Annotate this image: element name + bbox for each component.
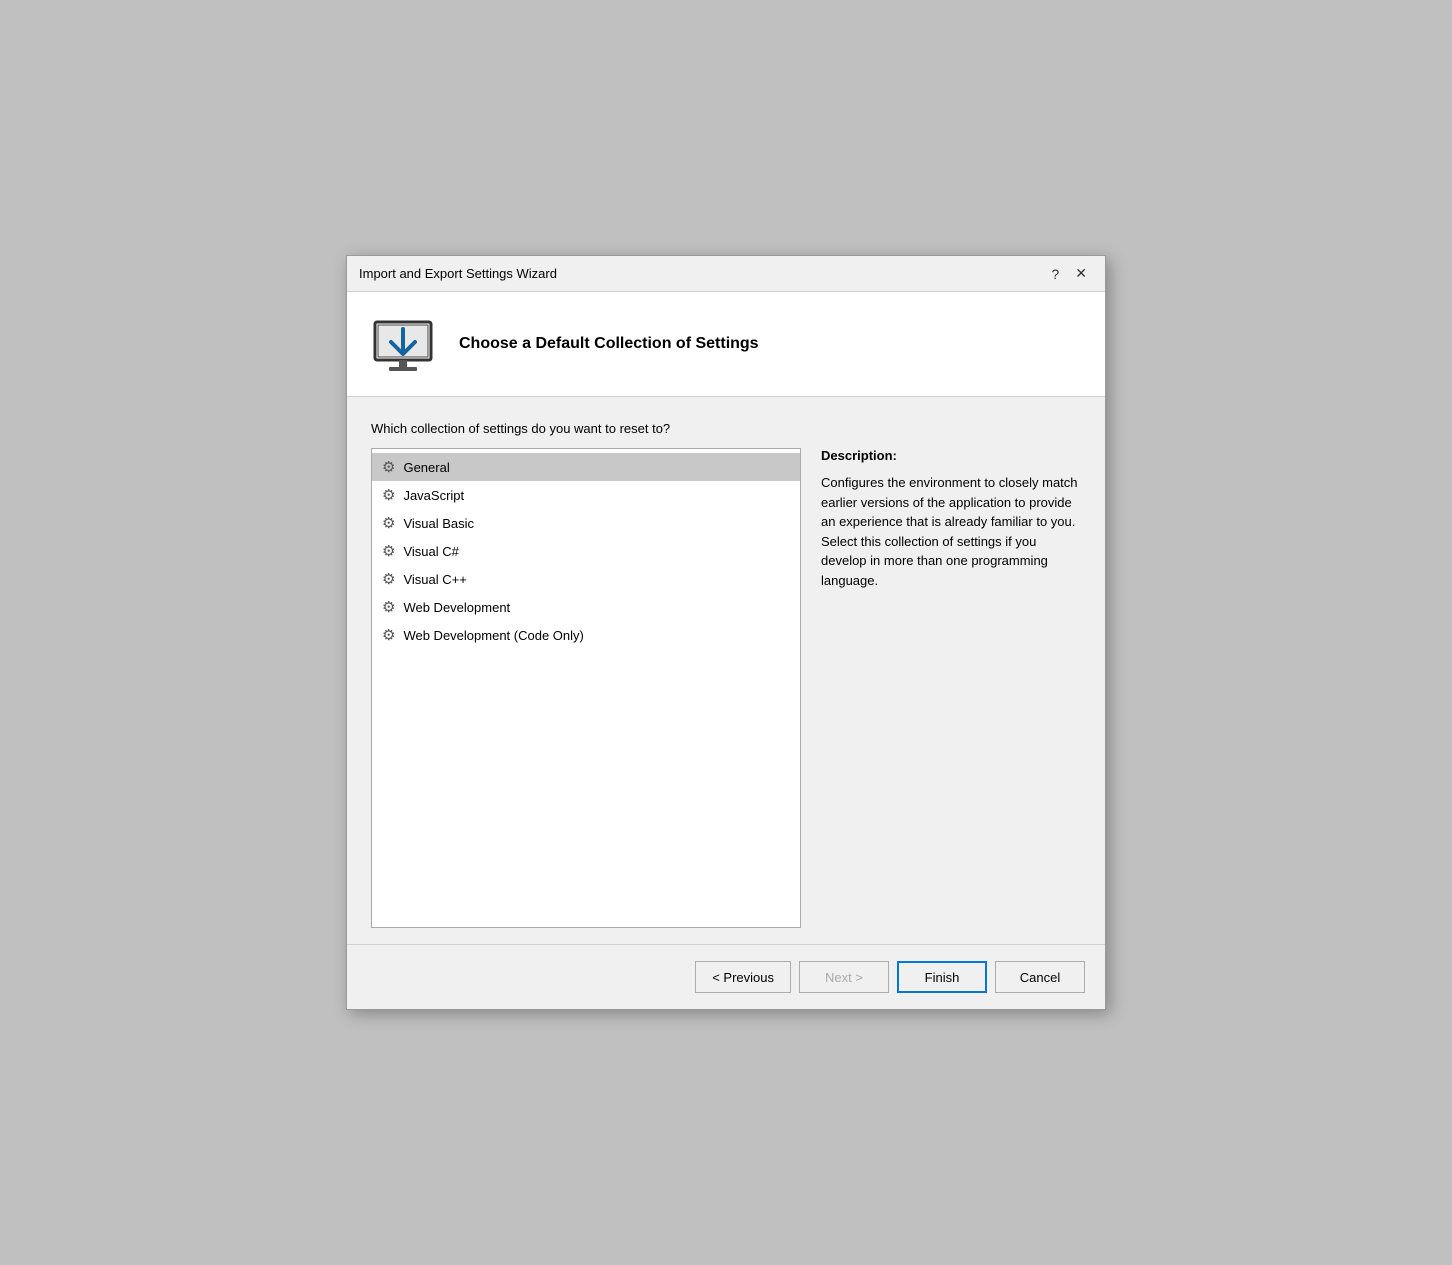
list-item-visual-cpp[interactable]: ⚙ Visual C++: [372, 565, 800, 593]
gear-icon-general: ⚙: [382, 458, 395, 476]
footer-section: < Previous Next > Finish Cancel: [347, 944, 1105, 1009]
help-button[interactable]: ?: [1045, 264, 1065, 284]
wizard-dialog: Import and Export Settings Wizard ? ✕ Ch…: [346, 255, 1106, 1010]
finish-button[interactable]: Finish: [897, 961, 987, 993]
list-item-visual-cpp-label: Visual C++: [403, 572, 466, 587]
gear-icon-web-dev: ⚙: [382, 598, 395, 616]
list-item-general[interactable]: ⚙ General: [372, 453, 800, 481]
question-label: Which collection of settings do you want…: [371, 421, 1081, 436]
title-bar: Import and Export Settings Wizard ? ✕: [347, 256, 1105, 292]
description-panel: Description: Configures the environment …: [821, 448, 1081, 928]
next-button[interactable]: Next >: [799, 961, 889, 993]
wizard-icon: [371, 312, 435, 376]
previous-button[interactable]: < Previous: [695, 961, 791, 993]
content-body: ⚙ General ⚙ JavaScript ⚙ Visual Basic ⚙ …: [371, 448, 1081, 928]
settings-list[interactable]: ⚙ General ⚙ JavaScript ⚙ Visual Basic ⚙ …: [371, 448, 801, 928]
gear-icon-visual-csharp: ⚙: [382, 542, 395, 560]
close-button[interactable]: ✕: [1069, 263, 1093, 284]
list-item-javascript[interactable]: ⚙ JavaScript: [372, 481, 800, 509]
cancel-button[interactable]: Cancel: [995, 961, 1085, 993]
title-bar-controls: ? ✕: [1045, 263, 1093, 284]
list-item-web-dev-label: Web Development: [403, 600, 510, 615]
list-item-visual-basic-label: Visual Basic: [403, 516, 474, 531]
description-label: Description:: [821, 448, 1081, 463]
gear-icon-visual-cpp: ⚙: [382, 570, 395, 588]
list-item-web-dev-code-only-label: Web Development (Code Only): [403, 628, 583, 643]
list-item-visual-csharp-label: Visual C#: [403, 544, 458, 559]
gear-icon-web-dev-code-only: ⚙: [382, 626, 395, 644]
list-item-visual-csharp[interactable]: ⚙ Visual C#: [372, 537, 800, 565]
header-section: Choose a Default Collection of Settings: [347, 292, 1105, 397]
gear-icon-javascript: ⚙: [382, 486, 395, 504]
gear-icon-visual-basic: ⚙: [382, 514, 395, 532]
list-item-web-dev-code-only[interactable]: ⚙ Web Development (Code Only): [372, 621, 800, 649]
list-item-web-dev[interactable]: ⚙ Web Development: [372, 593, 800, 621]
list-item-javascript-label: JavaScript: [403, 488, 464, 503]
description-text: Configures the environment to closely ma…: [821, 473, 1081, 590]
list-item-visual-basic[interactable]: ⚙ Visual Basic: [372, 509, 800, 537]
dialog-title: Import and Export Settings Wizard: [359, 266, 557, 281]
list-item-general-label: General: [403, 460, 449, 475]
header-title: Choose a Default Collection of Settings: [459, 335, 759, 353]
content-section: Which collection of settings do you want…: [347, 397, 1105, 944]
